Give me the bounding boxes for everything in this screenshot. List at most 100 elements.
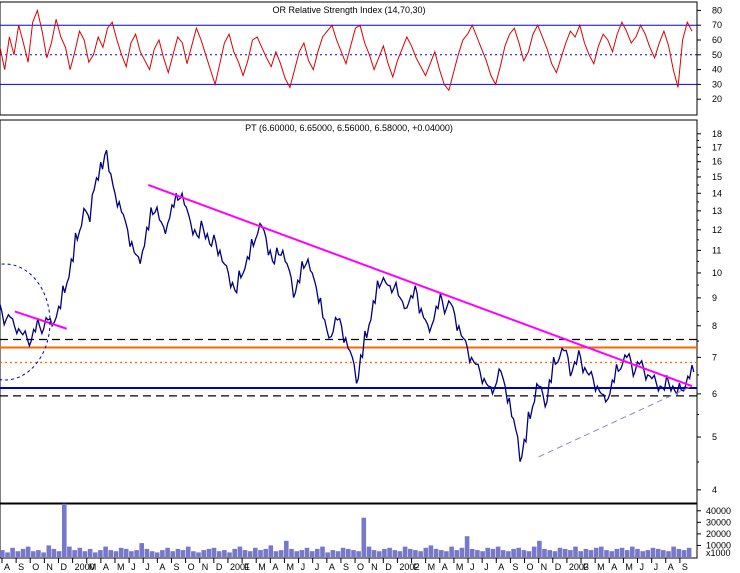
volume-bar: [506, 551, 511, 557]
volume-bar: [624, 550, 630, 557]
x-tick-label: D: [385, 562, 392, 572]
volume-bar: [15, 551, 21, 557]
volume-bar: [185, 546, 191, 557]
x-tick-label: J: [484, 562, 489, 572]
volume-bar: [459, 547, 465, 557]
volume-bar: [408, 548, 413, 557]
volume-bar: [619, 547, 625, 557]
volume-bar: [614, 548, 620, 557]
rsi-panel: 20 30 40 50 60 70 80 OR Relative Strength Inde…: [0, 1, 722, 116]
rsi-tick-label: 20: [712, 94, 722, 104]
volume-bar: [402, 546, 408, 557]
volume-bar: [526, 551, 532, 557]
volume-bar: [134, 550, 139, 557]
volume-bar: [87, 548, 93, 557]
volume-bar: [681, 550, 687, 557]
volume-bar: [335, 551, 341, 557]
volume-bar: [521, 550, 527, 557]
rsi-tick-label: 30: [712, 79, 722, 89]
x-tick-label: J: [470, 562, 475, 572]
volume-y-axis: 40000300002000010000x1000: [697, 506, 731, 558]
x-tick-label: J: [301, 562, 306, 572]
x-tick-label: N: [46, 562, 53, 572]
rsi-tick-label: 50: [712, 50, 722, 60]
volume-bar: [599, 546, 604, 557]
volume-bar: [268, 545, 274, 557]
volume-bar: [676, 548, 682, 557]
volume-bar: [289, 548, 294, 557]
x-tick-label: A: [329, 562, 335, 572]
volume-bar: [123, 548, 129, 557]
volume-unit-label: x1000: [706, 548, 731, 558]
volume-bar: [547, 550, 552, 557]
x-tick-label: M: [625, 562, 633, 572]
rsi-tick-label: 80: [712, 5, 722, 15]
x-tick-label: A: [272, 562, 278, 572]
volume-bar: [366, 546, 372, 557]
price-tick-label: 10: [712, 268, 722, 278]
volume-bar: [103, 546, 108, 557]
volume-bar: [645, 550, 651, 557]
volume-bar: [428, 545, 434, 557]
volume-bar: [175, 548, 181, 557]
volume-bar: [309, 551, 315, 557]
volume-bar: [444, 551, 449, 557]
price-tick-label: 18: [712, 129, 722, 139]
volume-bar: [139, 543, 144, 557]
volume-bar: [475, 550, 480, 557]
volume-bar: [439, 550, 444, 557]
volume-bar: [129, 551, 134, 557]
volume-bar: [242, 550, 248, 557]
volume-bar: [232, 548, 237, 557]
volume-bar: [315, 548, 320, 557]
x-tick-label: A: [103, 562, 109, 572]
x-tick-label: M: [428, 562, 436, 572]
x-tick-label: A: [442, 562, 448, 572]
x-tick-label: M: [286, 562, 294, 572]
rsi-tick-label: 60: [712, 35, 722, 45]
x-tick-label: M: [117, 562, 125, 572]
volume-bar: [263, 548, 268, 557]
volume-bar: [630, 546, 635, 557]
volume-bar: [77, 547, 83, 557]
x-tick-label: N: [541, 562, 548, 572]
volume-bar: [573, 546, 578, 557]
price-plot-frame: [0, 119, 698, 504]
volume-bar: [144, 548, 150, 557]
volume-bar: [418, 551, 423, 557]
x-tick-label: S: [512, 562, 518, 572]
x-tick-label: S: [173, 562, 179, 572]
x-tick-label: D: [216, 562, 223, 572]
volume-bar: [325, 552, 330, 557]
price-tick-label: 7: [712, 352, 717, 362]
volume-bar: [346, 548, 351, 557]
volume-bar: [666, 551, 671, 557]
x-tick-label: M: [456, 562, 464, 572]
volume-bar: [340, 547, 346, 557]
price-tick-label: 14: [712, 188, 722, 198]
volume-bar: [154, 552, 160, 557]
volume-bar: [552, 551, 558, 557]
rsi-title: OR Relative Strength Index (14,70,30): [272, 5, 425, 15]
volume-bar: [516, 547, 521, 557]
price-tick-label: 9: [712, 293, 717, 303]
volume-bar: [593, 547, 599, 557]
volume-bar: [149, 551, 155, 557]
volume-bar: [469, 548, 475, 557]
volume-bar: [377, 551, 382, 557]
volume-bar: [108, 550, 113, 557]
volume-bar: [578, 551, 583, 557]
volume-bar: [273, 551, 279, 557]
x-tick-label: S: [18, 562, 24, 572]
volume-bar: [583, 548, 589, 557]
volume-bar: [222, 550, 227, 557]
volume-bar: [511, 548, 516, 557]
volume-bar: [356, 551, 361, 557]
volume-bar: [304, 547, 310, 557]
volume-panel: 40000300002000010000x1000: [0, 503, 731, 559]
x-tick-label: F: [244, 562, 250, 572]
volume-bar: [655, 548, 661, 557]
volume-bar: [62, 503, 67, 557]
volume-bar: [557, 547, 563, 557]
volume-bar: [206, 548, 212, 557]
